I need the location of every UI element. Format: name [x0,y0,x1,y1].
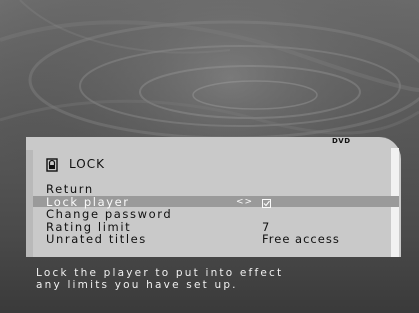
lock-icon [46,157,58,172]
help-text: Lock the player to put into effect any l… [36,267,284,291]
disc-type-label: DVD [332,137,351,145]
menu-item-unrated-titles[interactable]: Unrated titles Free access [46,233,401,246]
help-line-1: Lock the player to put into effect [36,267,284,279]
panel-left-edge [26,150,33,257]
left-right-arrows-icon: <> [236,196,254,207]
page-title: LOCK [69,157,105,171]
checkbox-checked-icon[interactable] [262,198,271,208]
menu-item-label: Unrated titles [46,232,147,246]
help-line-2: any limits you have set up. [36,278,238,291]
lock-menu: Return Lock player <> Change password Ra… [46,183,401,246]
unrated-titles-value: Free access [262,232,340,246]
dvd-lock-screen: DVD LOCK Return Lock player <> Change pa… [0,0,419,313]
panel-header: LOCK [46,155,105,173]
